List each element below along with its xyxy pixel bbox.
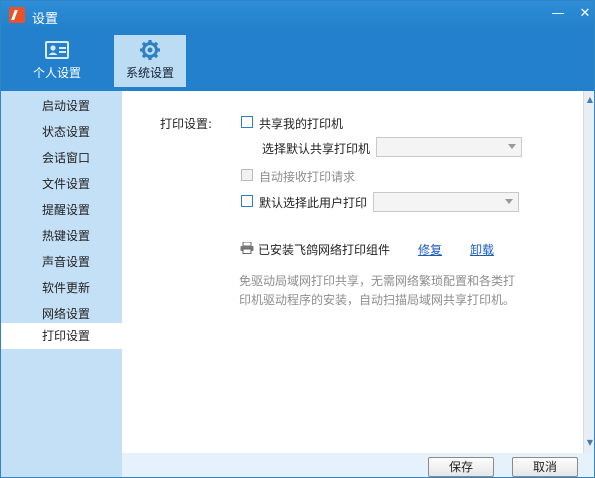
default-user-label[interactable]: 默认选择此用户打印 bbox=[259, 194, 367, 211]
sidebar-item-sound[interactable]: 声音设置 bbox=[1, 249, 122, 275]
sidebar-item-update[interactable]: 软件更新 bbox=[1, 275, 122, 301]
chevron-down-icon bbox=[505, 199, 513, 204]
description-line: 印机驱动程序的安装，自动扫描局域网共享打印机。 bbox=[239, 293, 516, 307]
window-title: 设置 bbox=[32, 12, 59, 27]
component-status: 已安装飞鸽网络打印组件 bbox=[258, 243, 391, 257]
title-bar[interactable]: 设置 — ✕ bbox=[1, 1, 594, 31]
default-user-checkbox[interactable] bbox=[241, 195, 253, 207]
scroll-down-icon[interactable]: ▼ bbox=[585, 437, 594, 449]
default-shared-printer-select[interactable] bbox=[376, 137, 522, 157]
sidebar-item-hotkey[interactable]: 热键设置 bbox=[1, 223, 122, 249]
sidebar-item-startup[interactable]: 启动设置 bbox=[1, 93, 122, 119]
print-settings-panel: 打印设置: 共享我的打印机 选择默认共享打印机 自动接收打印请求 默认选择此用户… bbox=[122, 91, 583, 453]
top-tab-bar: 个人设置 系统设置 bbox=[1, 31, 594, 91]
sidebar-item-status[interactable]: 状态设置 bbox=[1, 119, 122, 145]
auto-accept-label: 自动接收打印请求 bbox=[259, 170, 356, 184]
app-logo-icon bbox=[9, 7, 25, 23]
close-button[interactable]: ✕ bbox=[575, 5, 594, 23]
section-label: 打印设置: bbox=[160, 117, 213, 131]
tab-label: 系统设置 bbox=[125, 66, 174, 80]
id-card-icon bbox=[45, 41, 69, 59]
sidebar-item-print[interactable]: 打印设置 bbox=[1, 323, 122, 349]
default-shared-printer-label: 选择默认共享打印机 bbox=[262, 142, 371, 156]
minimize-button[interactable]: — bbox=[548, 5, 568, 23]
printer-icon bbox=[240, 242, 254, 254]
settings-sidebar: 启动设置 状态设置 会话窗口 文件设置 提醒设置 热键设置 声音设置 软件更新 … bbox=[1, 91, 122, 477]
vertical-scrollbar[interactable]: ▲ ▼ bbox=[583, 91, 594, 453]
cancel-button[interactable]: 取消 bbox=[512, 457, 578, 477]
scroll-up-icon[interactable]: ▲ bbox=[585, 94, 594, 106]
settings-window: 设置 — ✕ 个人设置 系统设置 启动设置 状态设置 会话窗口 文件设置 提醒设… bbox=[0, 0, 595, 478]
sidebar-item-file[interactable]: 文件设置 bbox=[1, 171, 122, 197]
chevron-down-icon bbox=[508, 144, 516, 149]
tab-system-settings[interactable]: 系统设置 bbox=[114, 35, 186, 87]
default-user-select[interactable] bbox=[373, 192, 519, 212]
share-printer-checkbox[interactable] bbox=[241, 116, 253, 128]
gear-icon bbox=[140, 40, 160, 60]
share-printer-label[interactable]: 共享我的打印机 bbox=[259, 115, 343, 132]
save-button[interactable]: 保存 bbox=[428, 457, 494, 477]
tab-label: 个人设置 bbox=[32, 66, 81, 80]
footer-bar: 保存 取消 bbox=[122, 453, 594, 477]
uninstall-link[interactable]: 卸载 bbox=[470, 241, 494, 258]
auto-accept-checkbox[interactable] bbox=[241, 169, 253, 181]
tab-personal-settings[interactable]: 个人设置 bbox=[21, 35, 93, 87]
sidebar-item-reminder[interactable]: 提醒设置 bbox=[1, 197, 122, 223]
repair-link[interactable]: 修复 bbox=[418, 241, 442, 258]
description-line: 免驱动局域网打印共享，无需网络繁琐配置和各类打 bbox=[239, 274, 516, 288]
sidebar-item-chat-window[interactable]: 会话窗口 bbox=[1, 145, 122, 171]
